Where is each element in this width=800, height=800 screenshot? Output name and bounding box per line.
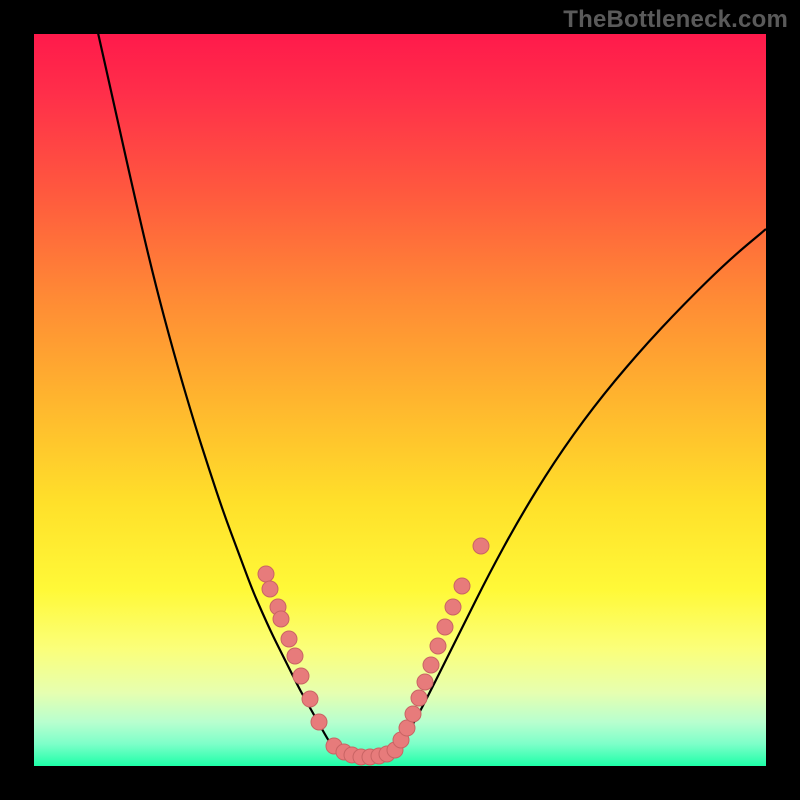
data-dot [287, 648, 303, 664]
data-dot [405, 706, 421, 722]
data-dot [293, 668, 309, 684]
data-dot [311, 714, 327, 730]
plot-area [34, 34, 766, 766]
curve-left-branch [96, 34, 334, 749]
data-dot [262, 581, 278, 597]
data-dot [302, 691, 318, 707]
outer-frame: TheBottleneck.com [0, 0, 800, 800]
data-dot [258, 566, 274, 582]
data-dot [430, 638, 446, 654]
data-dot [445, 599, 461, 615]
data-dots-right [393, 538, 489, 748]
data-dots-left [258, 566, 327, 730]
data-dot [423, 657, 439, 673]
bottleneck-chart-svg [34, 34, 766, 766]
watermark-text: TheBottleneck.com [563, 6, 788, 34]
curve-right-branch [394, 229, 766, 752]
data-dot [454, 578, 470, 594]
data-dot [273, 611, 289, 627]
data-dot [473, 538, 489, 554]
data-dot [411, 690, 427, 706]
data-dot [437, 619, 453, 635]
data-dot [417, 674, 433, 690]
data-dots-floor [326, 738, 403, 765]
data-dot [281, 631, 297, 647]
